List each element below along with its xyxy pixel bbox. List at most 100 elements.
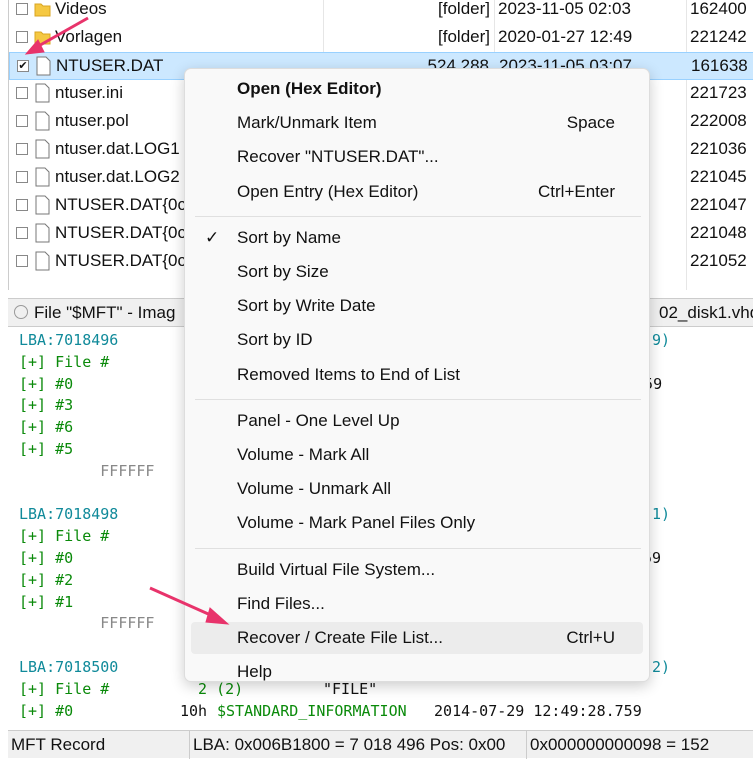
menu-item-shortcut: Ctrl+U (566, 628, 615, 647)
row-checkbox[interactable] (16, 143, 28, 155)
hex-line-tail: 2) (652, 658, 671, 676)
row-checkbox[interactable] (16, 227, 28, 239)
hex-panel-title: File "$MFT" - Imag (34, 303, 176, 322)
menu-item-panel-one-level-up[interactable]: Panel - One Level Up (191, 405, 643, 437)
menu-item-label: Build Virtual File System... (237, 559, 436, 579)
menu-item-sort-by-name[interactable]: ✓ Sort by Name (191, 222, 643, 254)
status-bar: MFT Record LBA: 0x006B1800 = 7 018 496 P… (8, 730, 753, 759)
file-id: 221036 (690, 139, 747, 158)
file-icon (35, 251, 50, 271)
file-id: 221242 (690, 27, 747, 46)
menu-item-volume-unmark-all[interactable]: Volume - Unmark All (191, 473, 643, 505)
menu-item-recover-create-file-list[interactable]: Recover / Create File List... Ctrl+U (191, 622, 643, 654)
disk-icon (14, 305, 28, 319)
file-id: 162400 (690, 0, 747, 18)
menu-item-label: Sort by Name (237, 227, 341, 247)
file-icon (35, 167, 50, 187)
file-icon (35, 223, 50, 243)
hex-line: LBA:7018498 (19, 505, 119, 524)
status-offset: 0x000000000098 = 152 (530, 735, 710, 754)
menu-item-label: Open Entry (Hex Editor) (237, 181, 419, 201)
hex-line-value: 10h (180, 701, 217, 720)
hex-line: [+] File # (19, 527, 110, 546)
file-icon (35, 111, 50, 131)
menu-item-shortcut: Ctrl+Enter (538, 181, 615, 201)
status-lba: LBA: 0x006B1800 = 7 018 496 Pos: 0x00 (190, 731, 527, 759)
file-name: Vorlagen (55, 27, 123, 46)
menu-item-label: Volume - Mark Panel Files Only (237, 513, 476, 533)
menu-item-label: Sort by Size (237, 262, 329, 281)
row-checkbox[interactable] (16, 171, 28, 183)
file-id: 221723 (690, 83, 747, 102)
menu-item-sort-by-size[interactable]: Sort by Size (191, 256, 643, 288)
menu-item-sort-by-id[interactable]: Sort by ID (191, 324, 643, 356)
menu-item-volume-mark-all[interactable]: Volume - Mark All (191, 439, 643, 471)
row-checkbox[interactable] (16, 199, 28, 211)
menu-item-label: Recover "NTUSER.DAT"... (237, 147, 439, 167)
hex-line: [+] File # (19, 679, 110, 698)
file-row[interactable]: Vorlagen [folder] 2020-01-27 12:49 22124… (9, 24, 753, 52)
hex-line: [+] #0 (19, 549, 74, 567)
menu-item-shortcut: Space (566, 113, 615, 133)
menu-item-label: Volume - Unmark All (237, 479, 391, 499)
menu-item-help[interactable]: Help (191, 656, 643, 688)
menu-item-open-entry-hex-editor[interactable]: Open Entry (Hex Editor) Ctrl+Enter (191, 176, 643, 208)
menu-item-label: Panel - One Level Up (237, 410, 400, 430)
row-checkbox[interactable] (16, 31, 28, 43)
hex-line: [+] File # (19, 352, 110, 371)
hex-attr-name: $STANDARD_INFORMATION (217, 701, 407, 720)
menu-item-label: Removed Items to End of List (237, 364, 460, 384)
hex-line: LBA:7018496 (19, 331, 119, 349)
row-checkbox[interactable] (16, 3, 28, 15)
file-size: [folder] (438, 0, 490, 18)
file-icon (35, 83, 50, 103)
menu-item-find-files[interactable]: Find Files... (191, 588, 643, 620)
hex-timestamp: 2014-07-29 12:49:28.759 (425, 701, 642, 720)
menu-item-label: Help (237, 662, 272, 682)
menu-item-build-virtual-file-system[interactable]: Build Virtual File System... (191, 554, 643, 586)
menu-item-open-hex-editor[interactable]: Open (Hex Editor) (191, 73, 643, 105)
hex-line: [+] #2 (19, 570, 74, 589)
menu-separator (195, 215, 641, 217)
menu-separator (195, 398, 641, 400)
hex-line: FFFFFF (19, 461, 155, 480)
hex-line-tail: 1) (652, 505, 671, 524)
menu-item-label: Sort by ID (237, 330, 313, 350)
menu-item-volume-mark-panel-files-only[interactable]: Volume - Mark Panel Files Only (191, 507, 643, 539)
file-date: 2020-01-27 12:49 (498, 27, 633, 46)
file-size: [folder] (438, 27, 490, 46)
hex-line-tail: 9) (652, 331, 671, 349)
row-checkbox[interactable] (16, 115, 28, 127)
hex-panel-title-suffix: 02_disk1.vhd (659, 303, 753, 322)
row-checkbox[interactable]: ✔ (17, 60, 29, 72)
row-checkbox[interactable] (16, 87, 28, 99)
menu-item-mark-unmark-item[interactable]: Mark/Unmark Item Space (191, 107, 643, 139)
menu-item-label: Volume - Mark All (237, 445, 370, 464)
menu-item-recover-ntuser-dat[interactable]: Recover "NTUSER.DAT"... (191, 141, 643, 173)
hex-line: FFFFFF (19, 614, 155, 633)
file-name: Videos (55, 0, 107, 18)
menu-item-label: Recover / Create File List... (237, 628, 443, 647)
hex-line: [+] #0 (19, 701, 74, 720)
hex-line: [+] #6 (19, 418, 74, 437)
file-date: 2023-11-05 02:03 (498, 0, 631, 18)
menu-item-label: Find Files... (237, 593, 325, 613)
hex-line: [+] #3 (19, 396, 74, 415)
status-record-type: MFT Record (8, 731, 190, 759)
hex-line: [+] #0 (19, 374, 74, 393)
menu-separator (195, 547, 641, 549)
folder-icon (34, 31, 51, 45)
file-id: 221045 (690, 167, 747, 186)
hex-line: [+] #5 (19, 440, 74, 458)
file-id: 221048 (690, 223, 747, 242)
file-icon (35, 139, 50, 159)
file-icon (36, 56, 51, 76)
menu-item-removed-items-to-end-of-list[interactable]: Removed Items to End of List (191, 359, 643, 391)
row-checkbox[interactable] (16, 255, 28, 267)
menu-item-sort-by-write-date[interactable]: Sort by Write Date (191, 290, 643, 322)
folder-icon (34, 3, 51, 17)
file-row[interactable]: Videos [folder] 2023-11-05 02:03 162400 (9, 0, 753, 24)
file-icon (35, 195, 50, 215)
context-menu: Open (Hex Editor) Mark/Unmark Item Space Re… (184, 68, 650, 682)
menu-item-label: Mark/Unmark Item (237, 113, 377, 133)
